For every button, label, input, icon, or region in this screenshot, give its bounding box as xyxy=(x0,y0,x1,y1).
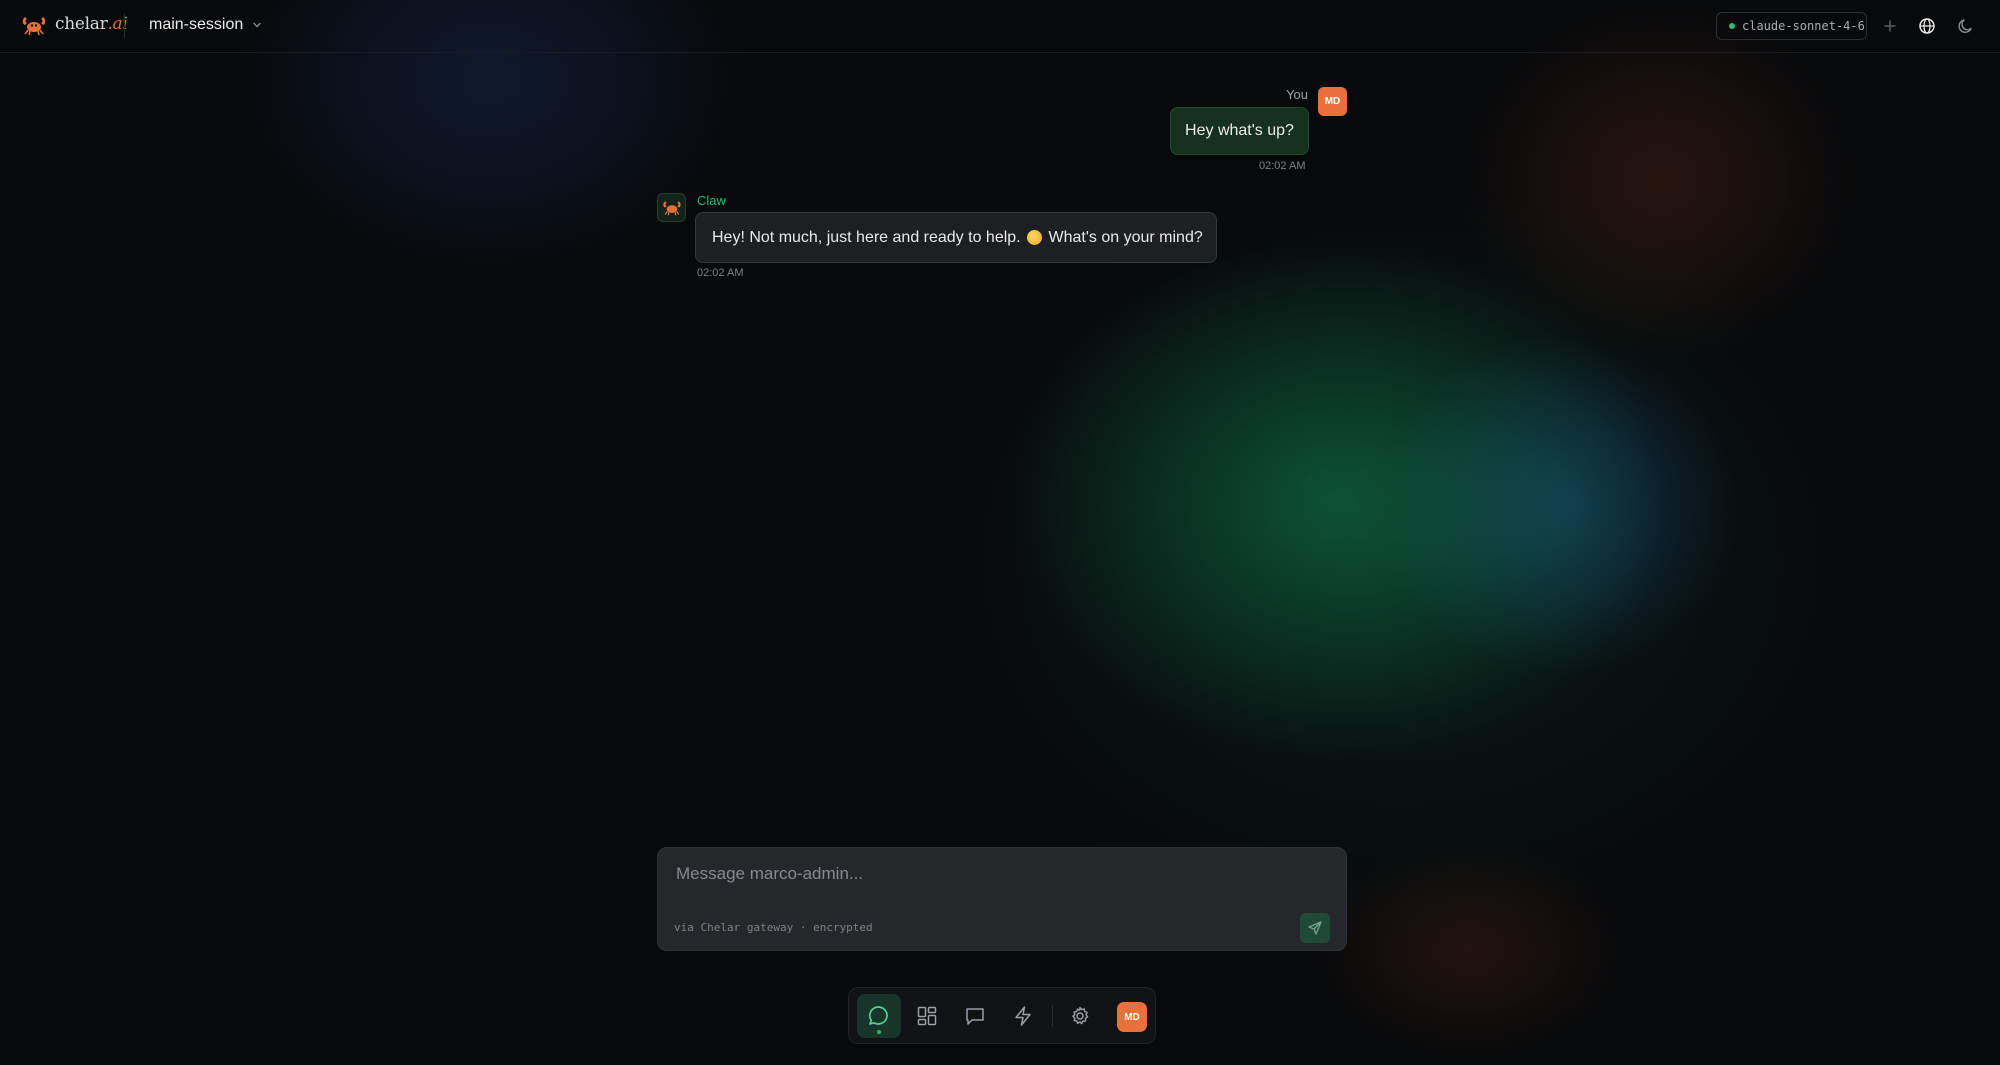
messages-icon xyxy=(966,1008,984,1025)
plus-icon[interactable] xyxy=(1880,16,1900,36)
chat-icon xyxy=(868,1006,888,1025)
send-button[interactable] xyxy=(1300,913,1330,943)
chevron-down-icon xyxy=(253,22,261,28)
brand-text: chelar xyxy=(55,14,108,34)
user-avatar: MD xyxy=(1318,87,1347,116)
session-selector[interactable]: main-session xyxy=(149,16,263,34)
moon-icon[interactable] xyxy=(1956,16,1976,36)
header-divider xyxy=(124,14,125,38)
message-input[interactable] xyxy=(676,860,1316,888)
crab-logo-icon xyxy=(662,201,681,216)
dock-user-avatar[interactable]: MD xyxy=(1117,1002,1147,1032)
smiling-face-icon xyxy=(1027,230,1043,245)
dock-automation-button[interactable] xyxy=(1001,994,1045,1038)
crab-logo-icon[interactable] xyxy=(21,14,47,36)
status-dot xyxy=(1729,23,1735,29)
globe-icon[interactable] xyxy=(1917,16,1937,36)
model-name: claude-sonnet-4-6 xyxy=(1742,19,1865,33)
bottom-dock: MD xyxy=(848,987,1156,1044)
message-composer: via Chelar gateway · encrypted xyxy=(657,847,1347,951)
bot-name: Claw xyxy=(697,193,726,208)
bot-message-time: 02:02 AM xyxy=(697,267,744,279)
dock-divider xyxy=(1052,1005,1053,1027)
dock-messages-button[interactable] xyxy=(953,994,997,1038)
send-icon xyxy=(1308,921,1322,935)
bot-message-text-end: What's on your mind? xyxy=(1048,228,1203,246)
lightning-icon xyxy=(1015,1006,1031,1026)
user-message-bubble: Hey what's up? xyxy=(1170,107,1309,155)
dock-dashboard-button[interactable] xyxy=(905,994,949,1038)
gateway-note: via Chelar gateway · encrypted xyxy=(674,921,873,934)
session-name: main-session xyxy=(149,16,244,33)
dashboard-icon xyxy=(917,1006,937,1026)
bot-message-text: Hey! Not much, just here and ready to he… xyxy=(712,228,1021,246)
app-root: chelar.ai main-session claude-sonnet-4-6… xyxy=(0,0,2000,1065)
active-indicator xyxy=(877,1030,881,1034)
brand-name[interactable]: chelar.ai xyxy=(55,14,128,34)
gear-icon xyxy=(1072,1006,1089,1025)
user-label: You xyxy=(1286,87,1308,102)
model-indicator[interactable]: claude-sonnet-4-6 xyxy=(1716,12,1867,40)
dock-settings-button[interactable] xyxy=(1058,994,1102,1038)
user-message-time: 02:02 AM xyxy=(1259,160,1306,172)
bot-avatar xyxy=(657,193,686,222)
bot-message-bubble: Hey! Not much, just here and ready to he… xyxy=(695,212,1217,263)
top-bar: chelar.ai main-session claude-sonnet-4-6 xyxy=(0,0,2000,53)
dock-chat-button[interactable] xyxy=(857,994,901,1038)
